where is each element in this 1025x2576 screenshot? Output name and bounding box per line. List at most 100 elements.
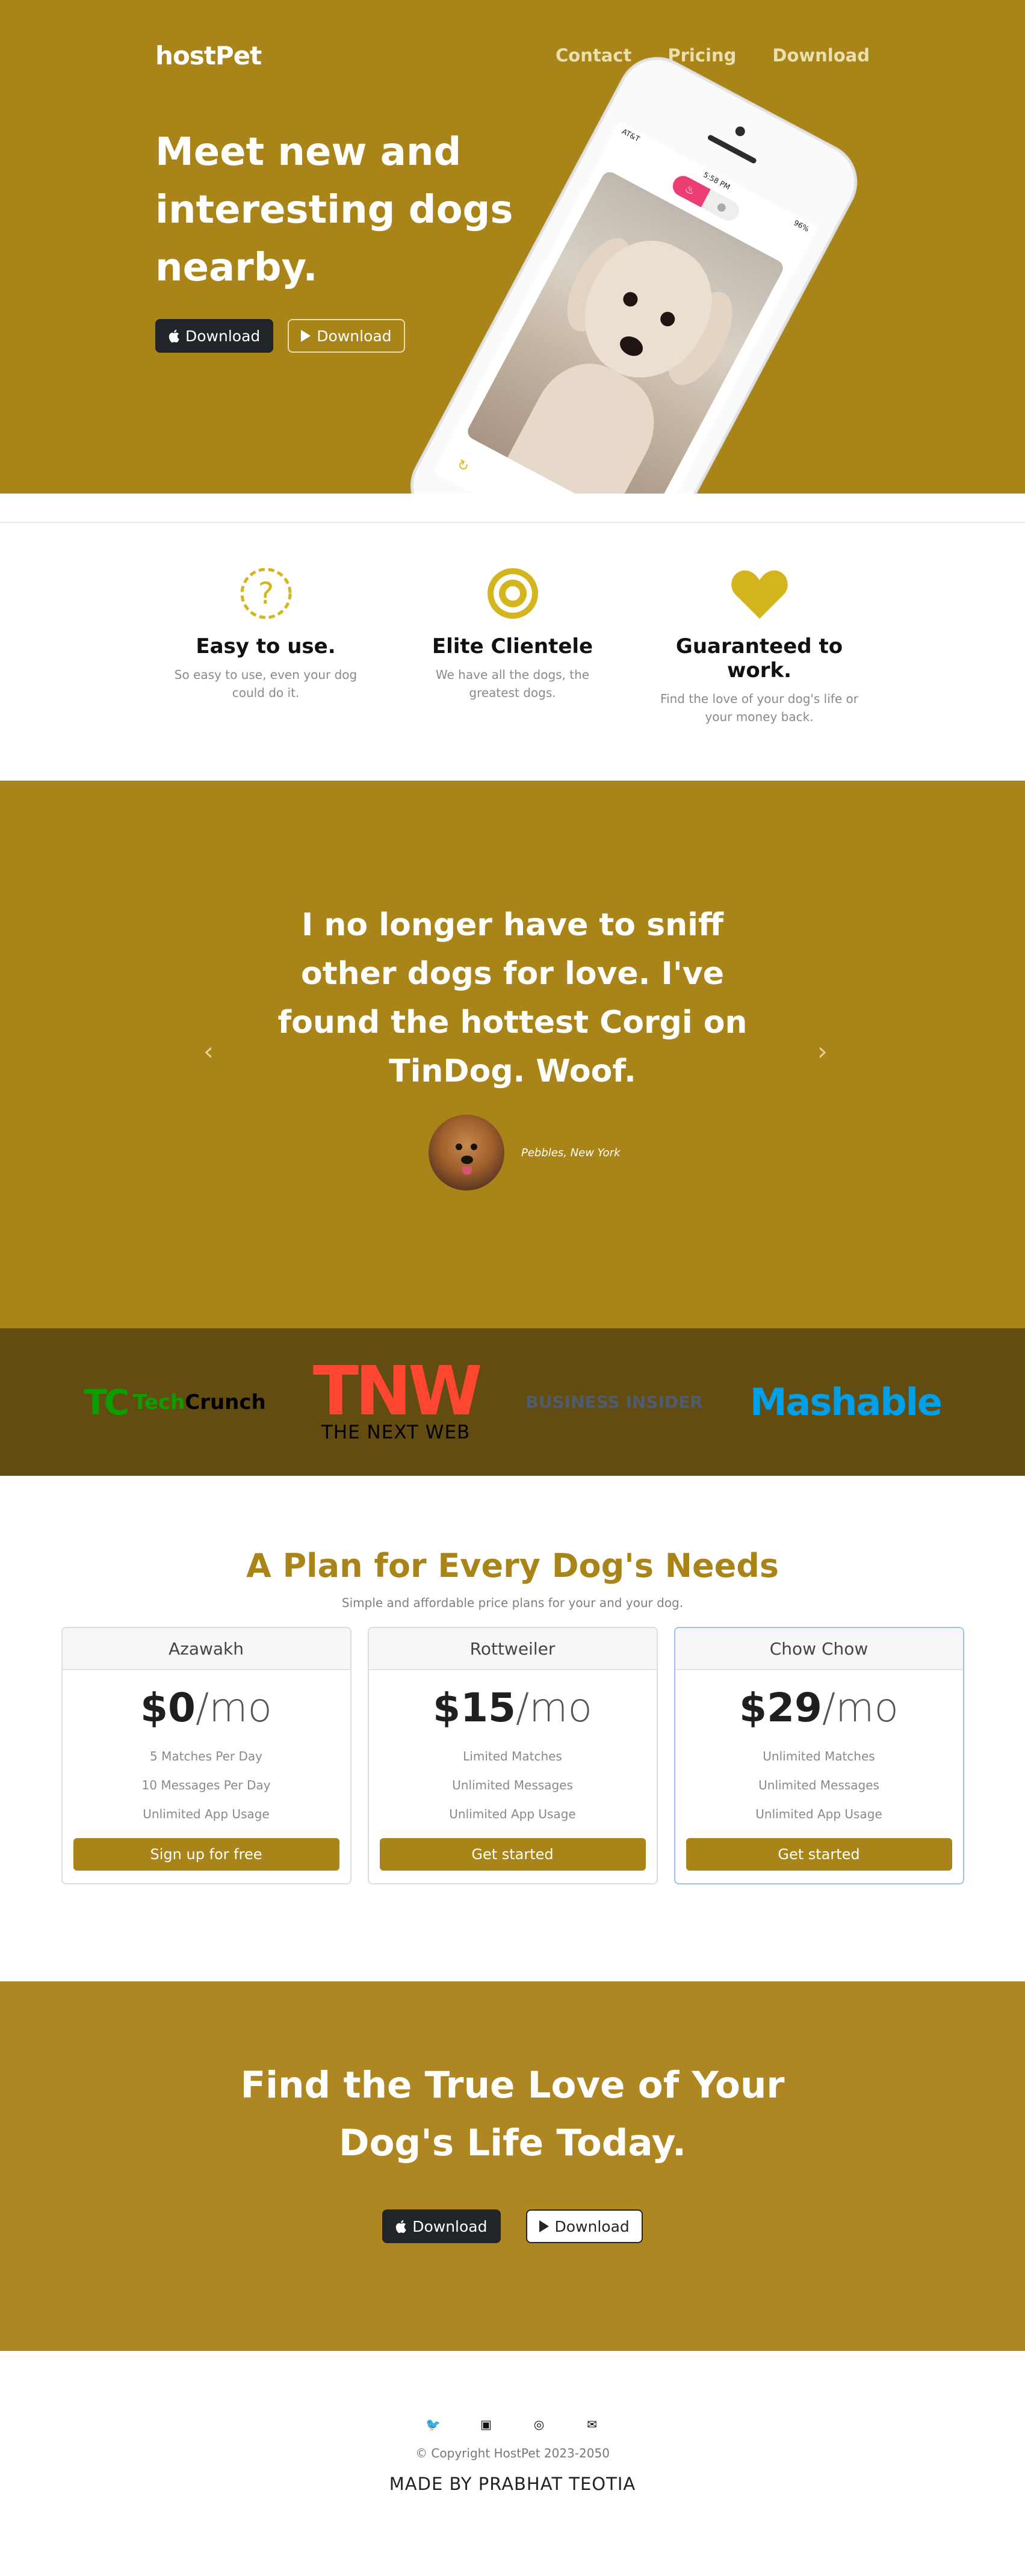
plan-price: $0/mo — [140, 1685, 272, 1731]
brand-logo[interactable]: hostPet — [155, 41, 262, 70]
heart-icon — [731, 570, 788, 619]
phone-camera — [733, 125, 747, 138]
hero-buttons: Download Download — [155, 319, 405, 353]
get-started-button[interactable]: Get started — [686, 1838, 952, 1871]
techcrunch-logo: TC TechCrunch — [84, 1382, 266, 1423]
feature-desc: Find the love of your dog's life or your… — [660, 692, 858, 724]
feature-title: Elite Clientele — [432, 634, 593, 658]
nav-link-download[interactable]: Download — [772, 45, 870, 66]
plan-name: Rottweiler — [368, 1628, 657, 1670]
twitch-icon[interactable]: ▣ — [478, 2417, 494, 2432]
plan-feature: Limited Matches — [463, 1749, 562, 1763]
cta-download-play-label: Download — [554, 2217, 630, 2235]
plan-price: $15/mo — [433, 1685, 592, 1731]
business-insider-logo: BUSINESS INSIDER — [525, 1392, 703, 1412]
navbar: hostPet Contact Pricing Download — [155, 37, 870, 73]
plan-feature: Unlimited App Usage — [449, 1807, 576, 1821]
testimonial-quote: I no longer have to sniff other dogs for… — [277, 907, 748, 1089]
social-links: 🐦 ▣ ◎ ✉ — [0, 2417, 1025, 2432]
sign-up-button[interactable]: Sign up for free — [73, 1838, 339, 1871]
feature-easy-to-use: ? Easy to use. So easy to use, even your… — [155, 563, 377, 781]
avatar-nose — [461, 1156, 473, 1164]
testimonial-author: Pebbles, New York — [429, 1115, 621, 1190]
play-icon — [301, 330, 311, 342]
carousel-prev-icon[interactable]: ‹ — [203, 1036, 214, 1066]
pricing-title: A Plan for Every Dog's Needs — [246, 1547, 779, 1585]
press-section: TC TechCrunch TNW THE NEXT WEB BUSINESS … — [0, 1328, 1025, 1476]
plan-feature: Unlimited Matches — [763, 1749, 875, 1763]
question-circle-icon: ? — [240, 568, 291, 619]
feature-desc: So easy to use, even your dog could do i… — [174, 667, 358, 700]
refresh-icon: ↻ — [454, 457, 471, 475]
plan-card-azawakh: Azawakh $0/mo 5 Matches Per Day 10 Messa… — [61, 1627, 351, 1884]
feature-title: Easy to use. — [196, 634, 336, 658]
plan-features: Limited Matches Unlimited Messages Unlim… — [369, 1742, 657, 1828]
feature-icon-container: ? — [155, 563, 377, 624]
mashable-logo: Mashable — [749, 1380, 943, 1424]
cta-download-apple-button[interactable]: Download — [382, 2209, 501, 2243]
phone-speaker — [707, 134, 758, 164]
get-started-button[interactable]: Get started — [379, 1838, 646, 1871]
hero-section: hostPet Contact Pricing Download Meet ne… — [0, 0, 1025, 494]
feature-guaranteed: Guaranteed to work. Find the love of you… — [648, 563, 871, 781]
pricing-section: A Plan for Every Dog's Needs Simple and … — [0, 1476, 1025, 1981]
copyright-text: © Copyright HostPet 2023-2050 — [415, 2446, 610, 2460]
nav-link-contact[interactable]: Contact — [556, 45, 631, 66]
plan-card-chow-chow: Chow Chow $29/mo Unlimited Matches Unlim… — [674, 1627, 964, 1884]
plan-card-rottweiler: Rottweiler $15/mo Limited Matches Unlimi… — [367, 1627, 658, 1884]
cta-section: Find the True Love of Your Dog's Life To… — [0, 1981, 1025, 2351]
plan-feature: Unlimited Messages — [758, 1778, 879, 1792]
plan-feature: 5 Matches Per Day — [150, 1749, 262, 1763]
plan-feature: Unlimited App Usage — [143, 1807, 270, 1821]
cta-title: Find the True Love of Your Dog's Life To… — [240, 2064, 785, 2164]
tnw-wordmark: THE NEXT WEB — [321, 1421, 471, 1443]
avatar-tongue — [462, 1166, 472, 1175]
tnw-logo: TNW THE NEXT WEB — [313, 1358, 483, 1443]
download-apple-button[interactable]: Download — [155, 319, 274, 353]
plan-name: Chow Chow — [675, 1628, 963, 1670]
phone-battery: 96% — [792, 218, 811, 234]
pricing-subtitle: Simple and affordable price plans for yo… — [341, 1596, 684, 1610]
cta-download-apple-label: Download — [412, 2217, 488, 2235]
phone-carrier: AT&T — [621, 127, 642, 144]
avatar-eye-left — [456, 1144, 462, 1150]
feature-icon-container — [401, 563, 624, 624]
instagram-icon[interactable]: ◎ — [531, 2417, 547, 2432]
mail-icon[interactable]: ✉ — [584, 2417, 600, 2432]
plan-price: $29/mo — [739, 1685, 899, 1731]
testimonial-name: Pebbles, New York — [521, 1146, 621, 1159]
feature-icon-container — [648, 563, 871, 624]
svg-text:?: ? — [258, 576, 274, 611]
cta-buttons: Download Download — [0, 2209, 1025, 2243]
twitter-icon[interactable]: 🐦 — [426, 2417, 441, 2432]
avatar-eye-right — [471, 1144, 477, 1150]
apple-icon — [169, 329, 179, 342]
feature-elite-clientele: Elite Clientele We have all the dogs, th… — [401, 563, 624, 781]
plan-features: 5 Matches Per Day 10 Messages Per Day Un… — [63, 1742, 350, 1828]
avatar — [429, 1115, 504, 1190]
plan-name: Azawakh — [62, 1628, 350, 1670]
plan-feature: Unlimited Messages — [452, 1778, 573, 1792]
techcrunch-wordmark: TechCrunch — [133, 1390, 266, 1414]
techcrunch-mark: TC — [84, 1381, 129, 1423]
plan-features: Unlimited Matches Unlimited Messages Unl… — [675, 1742, 963, 1828]
pricing-plans: Azawakh $0/mo 5 Matches Per Day 10 Messa… — [0, 1627, 1025, 1884]
chat-icon: ● — [714, 199, 729, 215]
hero-title: Meet new and interesting dogs nearby. — [155, 130, 513, 290]
nav-link-pricing[interactable]: Pricing — [667, 45, 736, 66]
download-apple-label: Download — [185, 327, 261, 345]
carousel-next-icon[interactable]: › — [817, 1036, 828, 1066]
feature-desc: We have all the dogs, the greatest dogs. — [435, 667, 590, 700]
made-by-text: MADE BY PRABHAT TEOTIA — [389, 2474, 636, 2494]
plan-feature: Unlimited App Usage — [755, 1807, 882, 1821]
download-play-button[interactable]: Download — [288, 319, 405, 353]
nav-links: Contact Pricing Download — [556, 45, 870, 66]
flame-icon: ♨ — [683, 182, 698, 198]
plan-feature: 10 Messages Per Day — [141, 1778, 271, 1792]
play-icon — [539, 2220, 549, 2232]
testimonial-section: ‹ › I no longer have to sniff other dogs… — [0, 781, 1025, 1328]
feature-title: Guaranteed to work. — [675, 634, 843, 683]
cta-download-play-button[interactable]: Download — [525, 2209, 643, 2243]
apple-icon — [396, 2220, 406, 2233]
download-play-label: Download — [317, 327, 392, 345]
